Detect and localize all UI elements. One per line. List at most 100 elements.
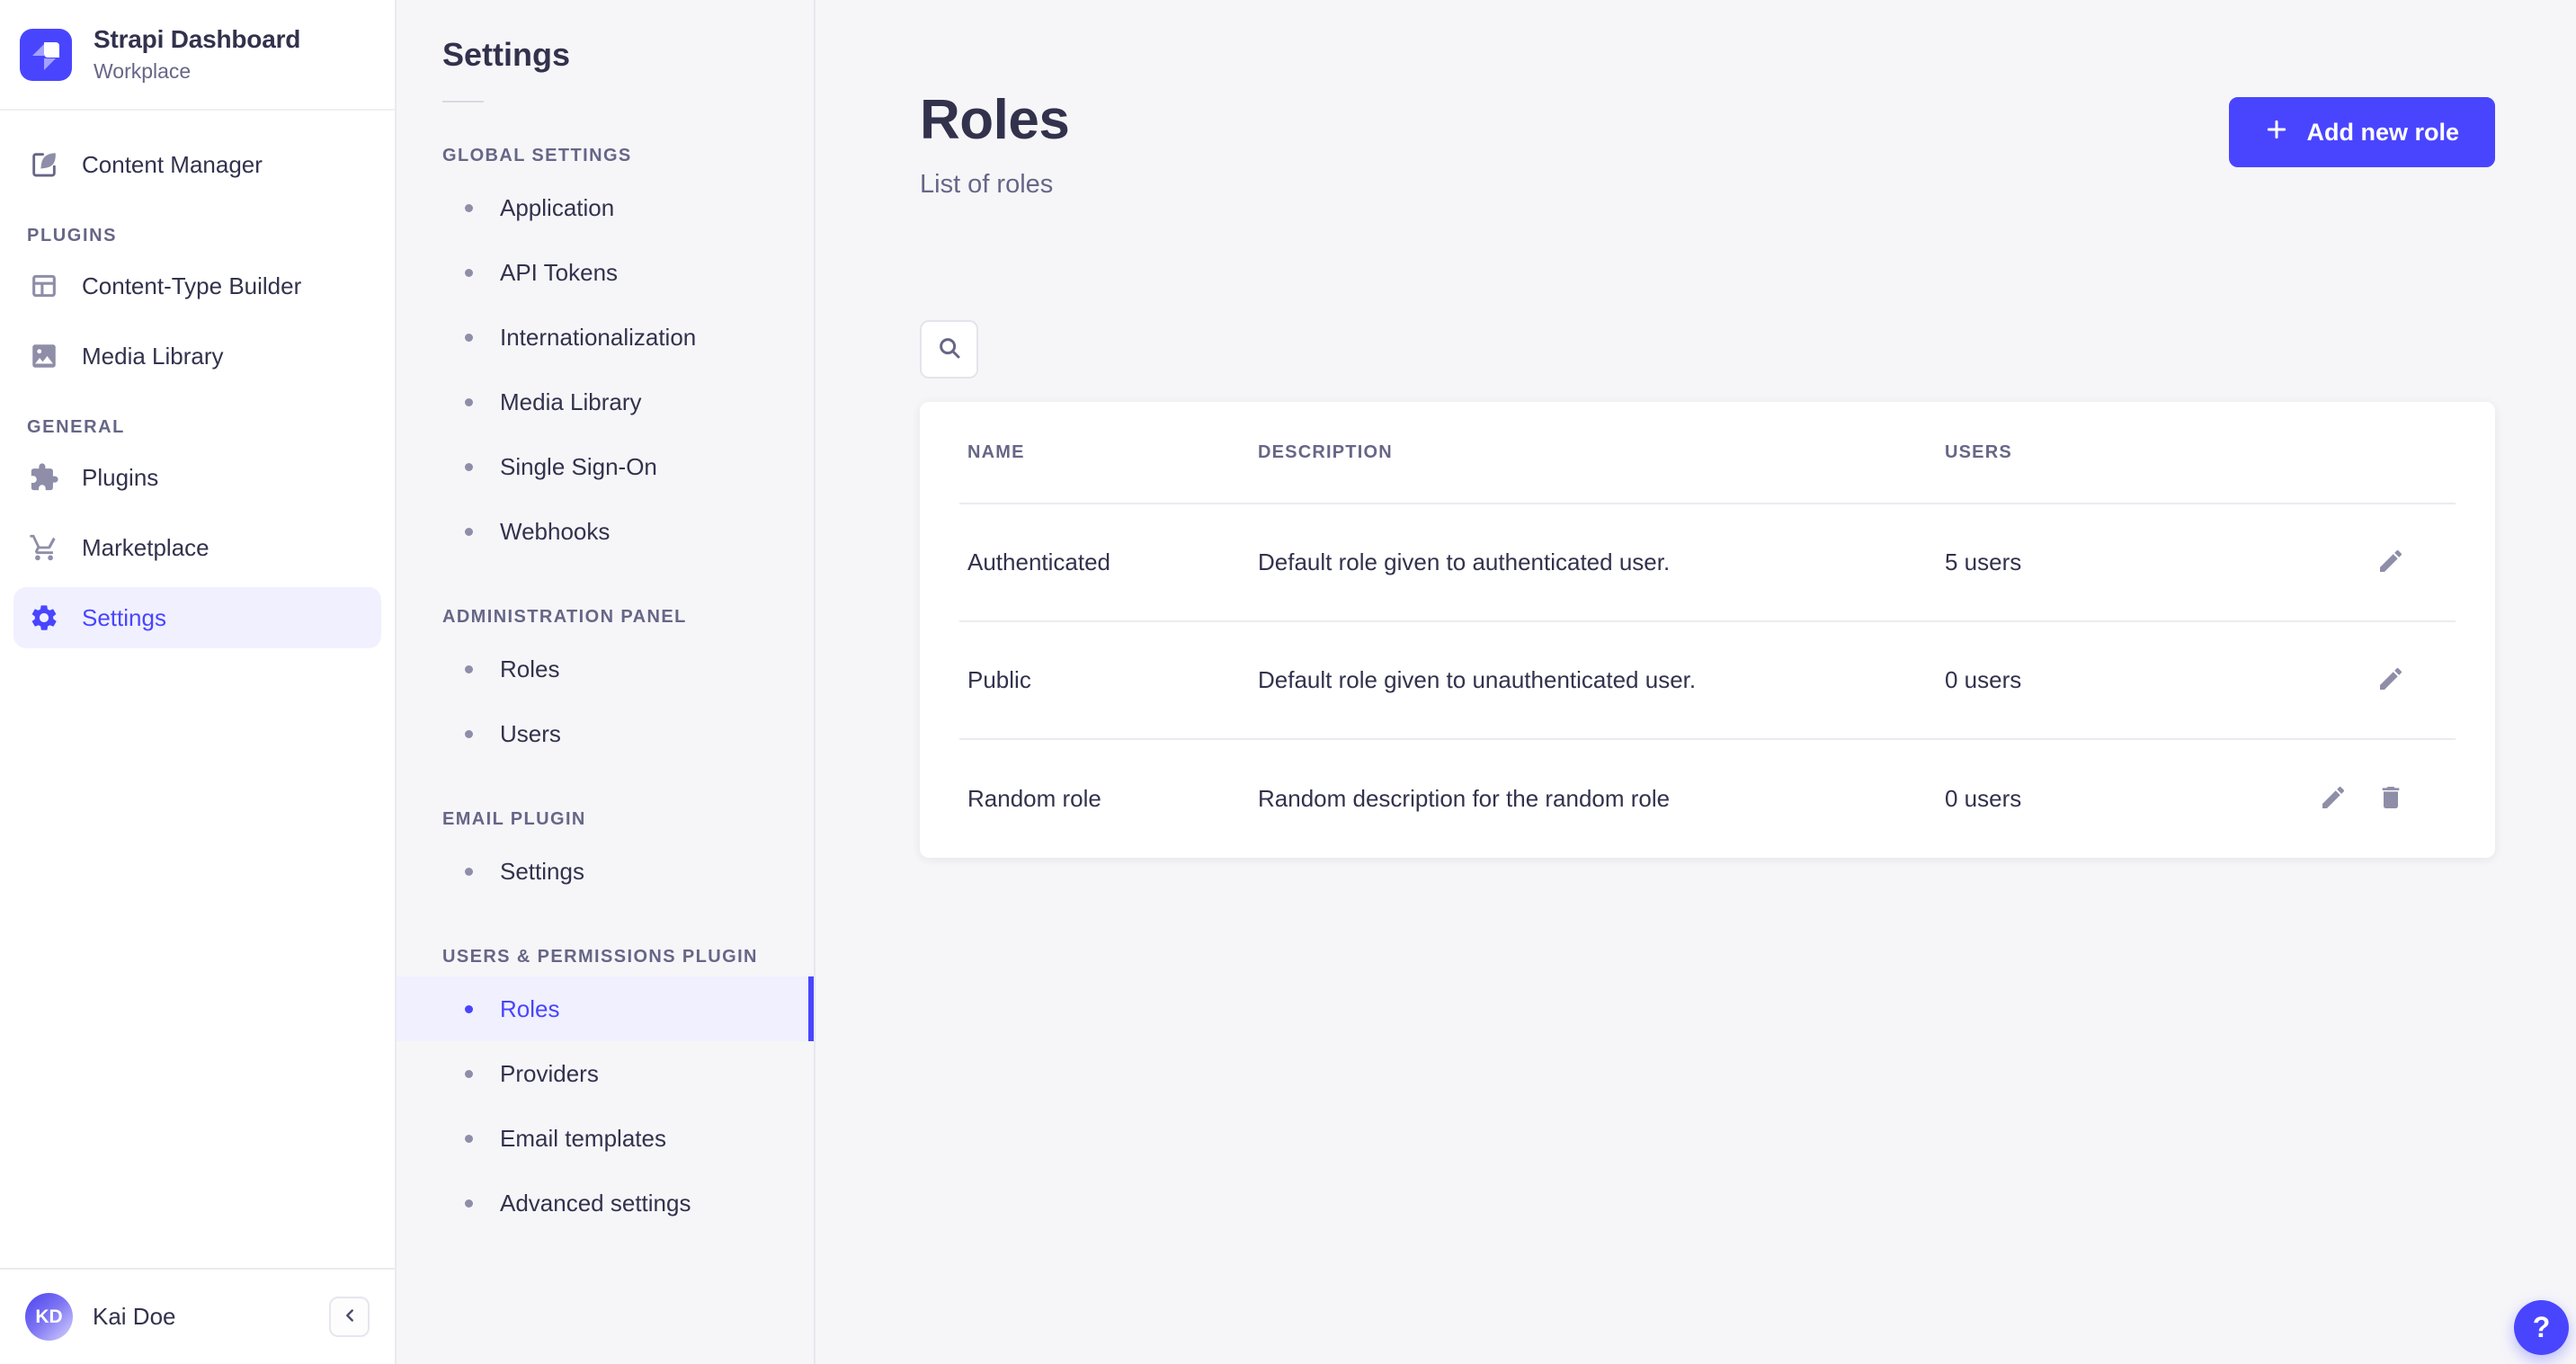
edit-role-button[interactable] (2375, 547, 2407, 579)
subnav-divider (442, 101, 484, 103)
subnav-item-label: Application (500, 194, 614, 222)
role-description: Default role given to unauthenticated us… (1258, 666, 1945, 694)
nav-item-label: Content-Type Builder (82, 272, 301, 300)
subnav-item-admin-users[interactable]: Users (397, 701, 814, 766)
nav-item-label: Content Manager (82, 151, 263, 179)
delete-icon (2376, 783, 2405, 815)
subnav-item-providers[interactable]: Providers (397, 1041, 814, 1106)
nav-item-content-manager[interactable]: Content Manager (13, 134, 381, 195)
search-icon (936, 334, 963, 364)
subnav-item-email-settings[interactable]: Settings (397, 839, 814, 904)
edit-role-button[interactable] (2317, 783, 2349, 816)
bullet-icon (465, 1135, 473, 1143)
row-actions (2375, 547, 2407, 579)
subnav-item-webhooks[interactable]: Webhooks (397, 499, 814, 564)
subnav-item-label: API Tokens (500, 259, 618, 287)
subnav-item-internationalization[interactable]: Internationalization (397, 305, 814, 370)
bullet-icon (465, 1199, 473, 1208)
nav-item-marketplace[interactable]: Marketplace (13, 517, 381, 578)
role-users-count: 0 users (1945, 785, 2317, 813)
subnav-item-application[interactable]: Application (397, 175, 814, 240)
bullet-icon (465, 269, 473, 277)
nav-section-general: GENERAL (27, 417, 368, 438)
subnav-section-administration-panel: ADMINISTRATION PANEL Roles Users (397, 607, 814, 766)
user-name: Kai Doe (93, 1303, 176, 1331)
edit-role-button[interactable] (2375, 664, 2407, 697)
subnav-item-label: Media Library (500, 388, 642, 416)
subnav-section-label: USERS & PERMISSIONS PLUGIN (442, 947, 814, 967)
bullet-icon (465, 665, 473, 673)
image-icon (28, 340, 60, 372)
delete-role-button[interactable] (2375, 783, 2407, 816)
page-title: Roles (920, 88, 1069, 152)
settings-subnav: Settings GLOBAL SETTINGS Application API… (397, 0, 816, 1364)
avatar[interactable]: KD (25, 1293, 73, 1341)
bullet-icon (465, 334, 473, 342)
subnav-section-global-settings: GLOBAL SETTINGS Application API Tokens I… (397, 146, 814, 564)
strapi-logo-icon (20, 29, 72, 81)
nav-item-media-library[interactable]: Media Library (13, 325, 381, 387)
nav-item-content-type-builder[interactable]: Content-Type Builder (13, 255, 381, 316)
plus-icon (2265, 118, 2288, 147)
pen-write-icon (28, 148, 60, 181)
bullet-icon (465, 868, 473, 876)
nav-item-label: Plugins (82, 464, 158, 492)
layout-grid-icon (28, 270, 60, 302)
subnav-item-label: Webhooks (500, 518, 610, 546)
nav-item-label: Media Library (82, 343, 224, 370)
nav-item-plugins[interactable]: Plugins (13, 447, 381, 508)
app-title: Strapi Dashboard (94, 25, 300, 54)
nav-section-plugins: PLUGINS (27, 226, 368, 246)
row-actions (2375, 664, 2407, 697)
subnav-item-single-sign-on[interactable]: Single Sign-On (397, 434, 814, 499)
table-row-authenticated[interactable]: Authenticated Default role given to auth… (959, 504, 2456, 622)
brand-text: Strapi Dashboard Workplace (94, 25, 300, 84)
edit-icon (2376, 547, 2405, 578)
page-header: Roles List of roles Add new role (920, 88, 2495, 200)
strapi-admin-app: Strapi Dashboard Workplace Content Manag… (0, 0, 2576, 1364)
subnav-item-label: Roles (500, 655, 559, 683)
subnav-item-label: Settings (500, 858, 584, 886)
subnav-item-label: Internationalization (500, 324, 696, 352)
bullet-icon (465, 398, 473, 406)
subnav-item-up-roles[interactable]: Roles (397, 976, 814, 1041)
role-name: Authenticated (967, 548, 1258, 576)
subnav-section-label: ADMINISTRATION PANEL (442, 607, 814, 628)
role-name: Public (967, 666, 1258, 694)
collapse-sidebar-button[interactable] (329, 1297, 370, 1337)
subnav-item-media-library[interactable]: Media Library (397, 370, 814, 434)
subnav-item-advanced-settings[interactable]: Advanced settings (397, 1171, 814, 1235)
puzzle-icon (28, 461, 60, 494)
search-button[interactable] (920, 320, 978, 379)
nav-spacer (0, 657, 395, 1268)
nav-item-settings[interactable]: Settings (13, 587, 381, 648)
role-description: Random description for the random role (1258, 785, 1945, 813)
table-row-random-role[interactable]: Random role Random description for the r… (959, 740, 2456, 858)
main-sidebar: Strapi Dashboard Workplace Content Manag… (0, 0, 397, 1364)
subnav-item-label: Email templates (500, 1125, 666, 1153)
subnav-item-api-tokens[interactable]: API Tokens (397, 240, 814, 305)
table-row-public[interactable]: Public Default role given to unauthentic… (959, 622, 2456, 740)
bullet-icon (465, 528, 473, 536)
role-name: Random role (967, 785, 1258, 813)
subnav-section-label: EMAIL PLUGIN (442, 809, 814, 830)
bullet-icon (465, 730, 473, 738)
cart-icon (28, 531, 60, 564)
subnav-item-email-templates[interactable]: Email templates (397, 1106, 814, 1171)
gear-icon (28, 602, 60, 634)
page-header-text: Roles List of roles (920, 88, 1069, 200)
main-nav-list: Content Manager PLUGINS Content-Type Bui… (0, 111, 395, 657)
workspace-brand[interactable]: Strapi Dashboard Workplace (0, 0, 395, 111)
chevron-left-icon (340, 1306, 360, 1328)
subnav-item-label: Roles (500, 995, 559, 1023)
row-actions (2317, 783, 2407, 816)
roles-page: Roles List of roles Add new role (816, 0, 2576, 1364)
add-new-role-button[interactable]: Add new role (2229, 97, 2495, 167)
bullet-icon (465, 204, 473, 212)
role-users-count: 5 users (1945, 548, 2375, 576)
subnav-item-admin-roles[interactable]: Roles (397, 637, 814, 701)
bullet-icon (465, 463, 473, 471)
column-header-users: USERS (1945, 442, 2407, 463)
roles-table-card: NAME DESCRIPTION USERS Authenticated Def… (920, 402, 2495, 858)
help-button[interactable]: ? (2514, 1300, 2569, 1355)
